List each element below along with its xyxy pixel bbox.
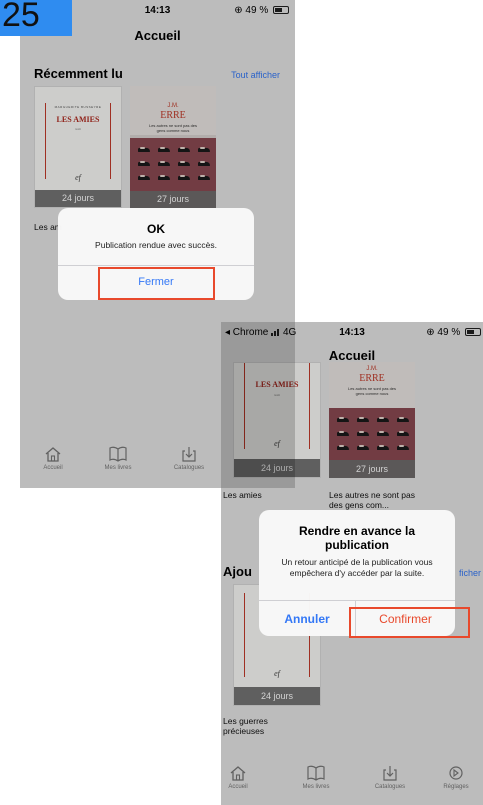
alert-title: OK [147, 222, 165, 236]
alert-message: Un retour anticipé de la publication vou… [281, 557, 433, 578]
phone-screen-2: ◂ Chrome 4G 14:13 ⊕ 49 % Accueil LES AMI… [221, 322, 483, 805]
alert-message: Publication rendue avec succès. [95, 240, 217, 250]
highlight-close-button [98, 267, 215, 300]
step-number-badge: 25 [0, 0, 72, 36]
highlight-confirm-button [349, 607, 470, 638]
cancel-button[interactable]: Annuler [259, 612, 355, 626]
alert-title: Rendre en avance la publication [298, 524, 416, 552]
